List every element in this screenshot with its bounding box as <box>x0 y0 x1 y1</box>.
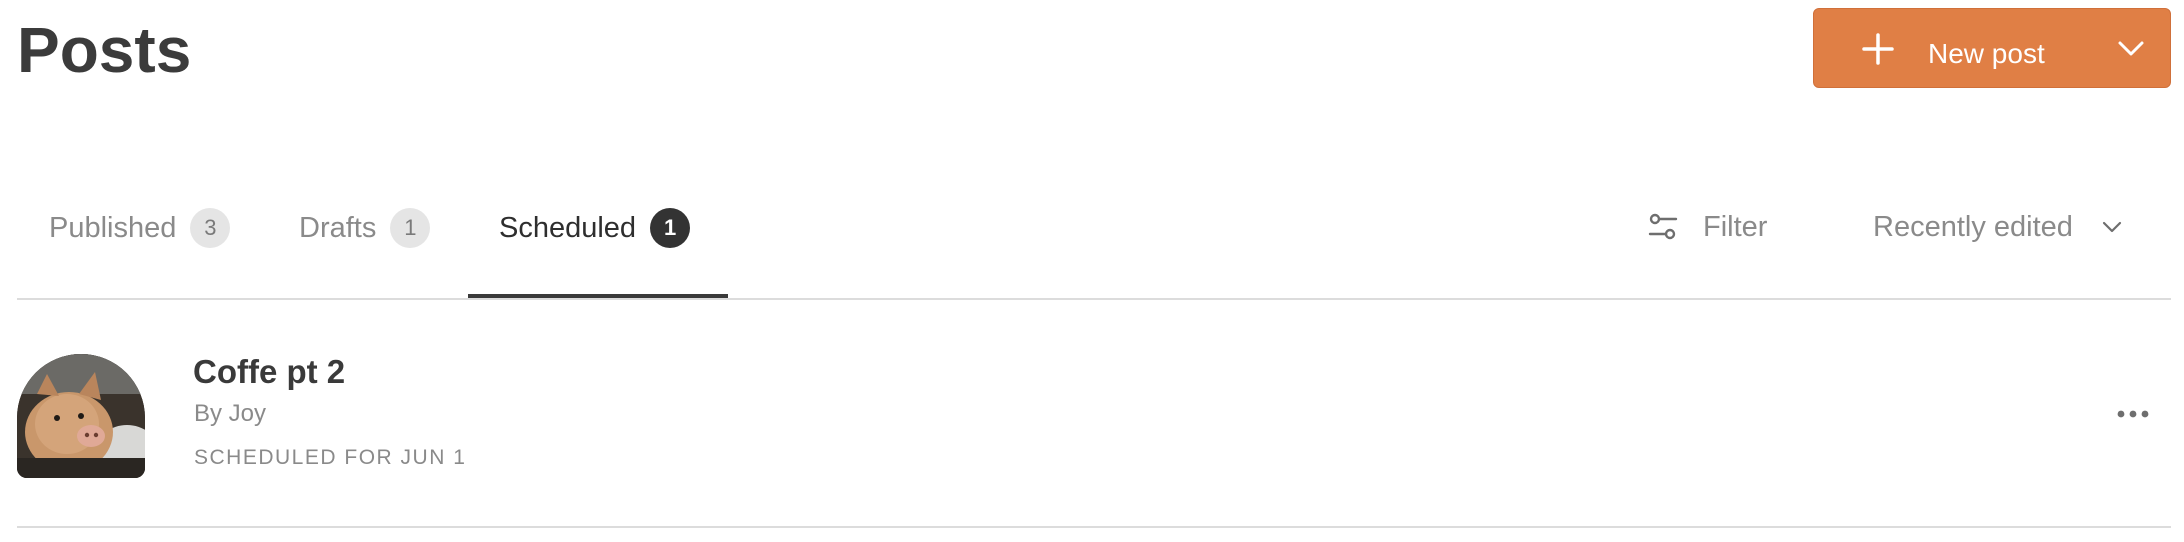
tab-drafts[interactable]: Drafts 1 <box>299 190 431 300</box>
post-title[interactable]: Coffe pt 2 <box>193 352 345 392</box>
sort-dropdown[interactable]: Recently edited <box>1873 207 2122 247</box>
chevron-down-icon[interactable] <box>2117 39 2145 59</box>
tabs-divider <box>17 298 2171 300</box>
count-badge: 1 <box>650 208 691 248</box>
row-divider <box>17 526 2171 528</box>
new-post-button[interactable]: New post <box>1813 8 2171 88</box>
post-thumbnail <box>17 354 145 478</box>
filter-label: Filter <box>1703 210 1768 243</box>
sliders-icon <box>1648 213 1678 240</box>
post-row[interactable]: Coffe pt 2 By Joy SCHEDULED FOR JUN 1 <box>17 352 2171 480</box>
post-status: SCHEDULED FOR JUN 1 <box>194 446 467 469</box>
tab-scheduled[interactable]: Scheduled 1 <box>499 190 691 300</box>
tab-published[interactable]: Published 3 <box>49 190 231 300</box>
tab-label: Scheduled <box>499 212 637 244</box>
count-badge: 1 <box>390 208 431 248</box>
tab-label: Drafts <box>299 212 377 244</box>
pig-image <box>17 354 145 478</box>
count-badge: 3 <box>190 208 231 248</box>
tab-label: Published <box>49 212 177 244</box>
chevron-down-icon <box>2102 221 2122 233</box>
sort-label: Recently edited <box>1873 210 2073 243</box>
filter-button[interactable]: Filter <box>1648 207 1767 247</box>
plus-icon <box>1862 33 1894 65</box>
page-title: Posts <box>17 14 192 86</box>
more-horizontal-icon[interactable] <box>2113 402 2153 426</box>
post-author: By Joy <box>194 400 267 427</box>
new-post-label: New post <box>1928 38 2045 69</box>
